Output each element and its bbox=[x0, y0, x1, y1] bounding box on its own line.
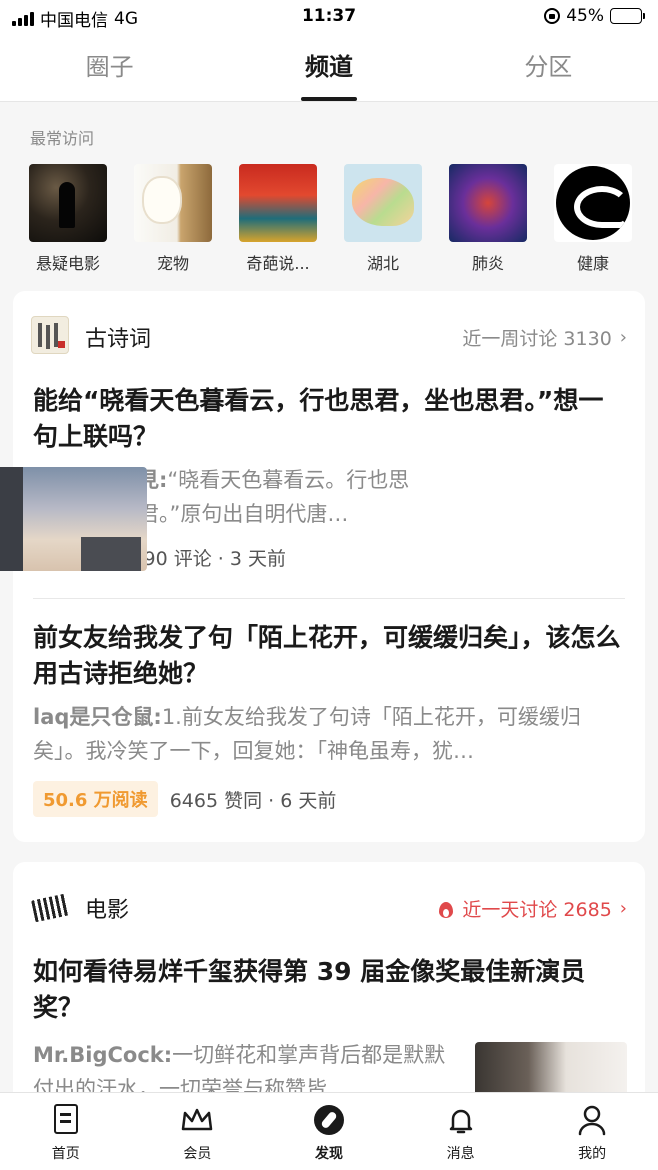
nav-label: 会员 bbox=[183, 1146, 212, 1162]
post-title[interactable]: 能给“晓看天色暮看云，行也思君，坐也思君。”想一句上联吗？ bbox=[33, 383, 625, 455]
post-author: laq是只仓鼠: bbox=[33, 705, 162, 729]
fire-icon bbox=[438, 899, 454, 919]
rotation-lock-icon bbox=[544, 8, 561, 24]
muscle-arm-icon bbox=[556, 166, 630, 240]
health-thumbnail bbox=[554, 164, 632, 242]
nav-home[interactable]: 首页 bbox=[0, 1093, 132, 1170]
reads-badge: 50.6 万阅读 bbox=[33, 781, 158, 817]
frequent-item-pneumonia[interactable]: 肺炎 bbox=[449, 164, 527, 274]
frequent-list: 悬疑电影 宠物 奇葩说... 湖北 肺炎 健康 bbox=[29, 164, 632, 274]
frequent-item-hubei[interactable]: 湖北 bbox=[344, 164, 422, 274]
movie-avatar bbox=[31, 887, 69, 925]
nav-discover[interactable]: 发现 bbox=[263, 1093, 395, 1170]
post-title[interactable]: 如何看待易烊千玺获得第 39 届金像奖最佳新演员奖？ bbox=[33, 954, 625, 1026]
tab-circles[interactable]: 圈子 bbox=[0, 32, 219, 101]
bell-icon bbox=[444, 1103, 478, 1137]
frequent-item-label: 健康 bbox=[576, 254, 609, 273]
frequent-item-qipashuo[interactable]: 奇葩说... bbox=[239, 164, 317, 274]
compass-icon bbox=[312, 1103, 346, 1137]
frequent-item-label: 肺炎 bbox=[471, 254, 504, 273]
status-right: 45% bbox=[544, 6, 645, 26]
topic-card-poetry: 古诗词 近一周讨论 3130 › 能给“晓看天色暮看云，行也思君，坐也思君。”想… bbox=[0, 291, 645, 842]
nav-label: 消息 bbox=[446, 1146, 475, 1162]
tab-channels[interactable]: 频道 bbox=[219, 32, 438, 101]
nav-label: 发现 bbox=[314, 1146, 343, 1162]
home-icon bbox=[49, 1103, 83, 1137]
topic-stat: 近一天讨论 2685 › bbox=[438, 895, 627, 922]
post-excerpt[interactable]: laq是只仓鼠:1.前女友给我发了句诗「陌上花开，可缓缓归矣」。我冷笑了一下，回… bbox=[33, 700, 625, 768]
nav-messages[interactable]: 消息 bbox=[395, 1093, 527, 1170]
nav-vip[interactable]: 会员 bbox=[132, 1093, 264, 1170]
post-meta: 6465 赞同 · 6 天前 bbox=[169, 789, 337, 812]
frequent-item-label: 湖北 bbox=[366, 254, 399, 273]
topic-name: 古诗词 bbox=[85, 327, 152, 352]
status-bar: 中国电信 4G 11:37 45% bbox=[0, 0, 658, 32]
qipashuo-thumbnail bbox=[239, 164, 317, 242]
pets-thumbnail bbox=[134, 164, 212, 242]
frequent-item-label: 宠物 bbox=[156, 254, 189, 273]
chevron-right-icon: › bbox=[619, 898, 627, 919]
battery-icon bbox=[610, 8, 645, 24]
crown-icon bbox=[180, 1103, 214, 1137]
suspense-movies-thumbnail bbox=[29, 164, 107, 242]
top-tabs: 圈子 频道 分区 bbox=[0, 32, 658, 102]
poetry-avatar bbox=[31, 316, 69, 354]
frequent-section: 最常访问 悬疑电影 宠物 奇葩说... 湖北 肺炎 健康 bbox=[0, 103, 658, 289]
discussion-count: 近一天讨论 2685 bbox=[462, 899, 612, 921]
frequent-item-pets[interactable]: 宠物 bbox=[134, 164, 212, 274]
frequent-title: 最常访问 bbox=[30, 129, 95, 148]
frequent-item-label: 悬疑电影 bbox=[35, 254, 100, 273]
nav-label: 我的 bbox=[578, 1146, 607, 1162]
nav-profile[interactable]: 我的 bbox=[526, 1093, 658, 1170]
nav-label: 首页 bbox=[51, 1146, 80, 1162]
frequent-item-label: 奇葩说... bbox=[246, 254, 310, 273]
battery-percent: 45% bbox=[566, 6, 604, 26]
discussion-count: 近一周讨论 3130 bbox=[462, 328, 612, 350]
bottom-nav: 首页 会员 发现 消息 我的 bbox=[0, 1092, 658, 1170]
hubei-map-thumbnail bbox=[344, 164, 422, 242]
post-title[interactable]: 前女友给我发了句「陌上花开，可缓缓归矣」，该怎么用古诗拒绝她？ bbox=[33, 620, 625, 692]
topic-header[interactable]: 电影 近一天讨论 2685 › bbox=[31, 887, 627, 927]
lung-thumbnail bbox=[449, 164, 527, 242]
user-icon bbox=[575, 1103, 609, 1137]
frequent-item-health[interactable]: 健康 bbox=[554, 164, 632, 274]
chevron-right-icon: › bbox=[619, 327, 627, 348]
post-author: Mr.BigCock: bbox=[33, 1043, 173, 1067]
topic-stat: 近一周讨论 3130 › bbox=[462, 324, 627, 351]
sky-thumbnail[interactable] bbox=[0, 467, 147, 571]
topic-card-movies: 电影 近一天讨论 2685 › 如何看待易烊千玺获得第 39 届金像奖最佳新演员… bbox=[13, 862, 645, 1146]
topic-name: 电影 bbox=[85, 898, 130, 923]
divider bbox=[33, 598, 625, 599]
tab-zones[interactable]: 分区 bbox=[439, 32, 658, 101]
frequent-item-suspense-movies[interactable]: 悬疑电影 bbox=[29, 164, 107, 274]
post-excerpt[interactable]: Mr.BigCock:一切鲜花和掌声背后都是默默付出的汗水，一切荣誉与称赞皆 bbox=[33, 1038, 451, 1096]
post-meta-row: 50.6 万阅读 6465 赞同 · 6 天前 bbox=[33, 781, 336, 817]
topic-header[interactable]: 古诗词 近一周讨论 3130 › bbox=[31, 316, 627, 356]
